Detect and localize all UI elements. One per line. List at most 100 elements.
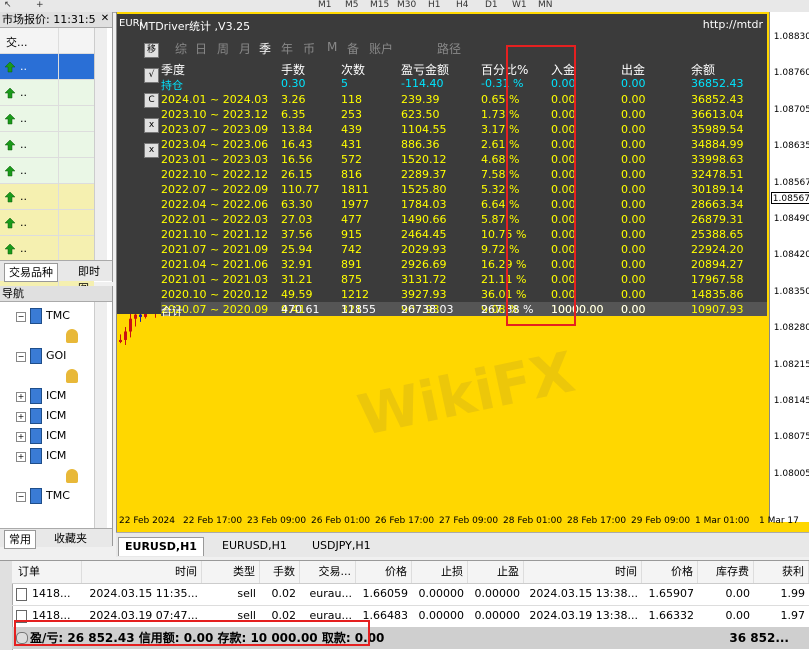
- expand-toggle[interactable]: +: [16, 392, 26, 402]
- tf-m15-button[interactable]: M15: [370, 0, 389, 10]
- tab-common[interactable]: 常用: [4, 530, 36, 549]
- tf-w1-button[interactable]: W1: [512, 0, 527, 10]
- tab-chart-eurusd[interactable]: EURUSD,H1: [216, 537, 293, 555]
- market-row[interactable]: ..: [0, 80, 94, 106]
- market-row[interactable]: ..: [0, 184, 94, 210]
- navigator-user[interactable]: [66, 366, 78, 386]
- account-icon: [30, 348, 42, 364]
- navigator-account[interactable]: TMC: [30, 486, 70, 506]
- stats-tab[interactable]: 月: [239, 40, 251, 57]
- stats-cell: 13.84: [281, 123, 313, 136]
- navigator-account[interactable]: ICM: [30, 426, 66, 446]
- crosshair-icon[interactable]: +: [36, 0, 44, 10]
- tf-h1-button[interactable]: H1: [428, 0, 441, 10]
- expand-toggle[interactable]: −: [16, 352, 26, 362]
- time-tick-label: 26 Feb 17:00: [375, 516, 435, 526]
- candle-body: [139, 314, 142, 317]
- order-cell: 0.00: [725, 587, 751, 600]
- tf-m5-button[interactable]: M5: [345, 0, 359, 10]
- tf-m1-button[interactable]: M1: [318, 0, 332, 10]
- stats-tab[interactable]: 路径: [437, 40, 461, 57]
- market-row[interactable]: ..: [0, 106, 94, 132]
- navigator-user[interactable]: [66, 326, 78, 346]
- order-cell: 0.00000: [418, 587, 465, 600]
- stats-tab[interactable]: 账户: [369, 40, 393, 57]
- refresh-button[interactable]: C: [144, 93, 159, 108]
- price-tick-label: 1.08635: [773, 141, 809, 152]
- navigator-account[interactable]: ICM: [30, 406, 66, 426]
- market-row[interactable]: ..: [0, 236, 94, 262]
- market-row[interactable]: ..: [0, 132, 94, 158]
- stats-cell: 0.00: [621, 258, 646, 271]
- market-scrollbar[interactable]: [94, 28, 107, 260]
- tf-m30-button[interactable]: M30: [397, 0, 416, 10]
- option-button-1[interactable]: x: [144, 118, 159, 133]
- tab-chart-usdjpy[interactable]: USDJPY,H1: [306, 537, 377, 555]
- move-button[interactable]: 移: [144, 43, 159, 58]
- navigator-panel: 导航 TMC GOI ICM ICM ICM ICM TMC 常用 收藏夹 − − + + + + −: [0, 286, 113, 549]
- stats-cell: 0.00: [621, 213, 646, 226]
- terminal-column-header[interactable]: 止损: [412, 561, 468, 583]
- stats-tab[interactable]: 季: [259, 40, 271, 57]
- market-row[interactable]: ..: [0, 210, 94, 236]
- stats-cell: 431: [341, 138, 362, 151]
- expand-toggle[interactable]: −: [16, 312, 26, 322]
- navigator-scrollbar[interactable]: [94, 302, 107, 528]
- stats-tab[interactable]: 日: [195, 40, 207, 57]
- expand-toggle[interactable]: −: [16, 492, 26, 502]
- terminal-column-header[interactable]: 订单: [12, 561, 82, 583]
- stats-column-header: 余额: [691, 63, 716, 77]
- terminal-column-header[interactable]: 手数: [260, 561, 300, 583]
- terminal-column-header[interactable]: 时间: [82, 561, 202, 583]
- stats-cell: 22924.20: [691, 243, 744, 256]
- stats-tab[interactable]: M: [327, 40, 337, 54]
- time-tick-label: 1 Mar 01:00: [695, 516, 750, 526]
- order-row[interactable]: 1418... 2024.03.15 11:35... sell 0.02 eurau.…: [12, 583, 809, 606]
- account-label: ICM: [46, 409, 67, 422]
- cursor-icon[interactable]: ↖: [4, 0, 12, 10]
- terminal-column-header[interactable]: 交易...: [300, 561, 356, 583]
- terminal-column-header[interactable]: 类型: [202, 561, 260, 583]
- account-label: TMC: [46, 489, 70, 502]
- stats-tab[interactable]: 备: [347, 40, 359, 57]
- check-button[interactable]: √: [144, 68, 159, 83]
- navigator-account[interactable]: ICM: [30, 446, 66, 466]
- price-chart[interactable]: WikiFX EURI MTDriver统计 ,V3.25 http://mtd…: [116, 12, 809, 532]
- expand-toggle[interactable]: +: [16, 412, 26, 422]
- tab-chart-eurusd-active[interactable]: EURUSD,H1: [118, 537, 204, 556]
- expand-toggle[interactable]: +: [16, 432, 26, 442]
- navigator-account[interactable]: GOI: [30, 346, 66, 366]
- stats-cell: -114.40: [401, 77, 444, 90]
- terminal-column-header[interactable]: 时间: [524, 561, 642, 583]
- tab-favorites[interactable]: 收藏夹: [50, 530, 91, 547]
- stats-title: MTDriver统计 ,V3.25: [139, 20, 251, 33]
- stats-tab[interactable]: 币: [303, 40, 315, 57]
- price-tick-label: 1.08760: [773, 68, 809, 79]
- stats-tab[interactable]: 周: [217, 40, 229, 57]
- terminal-column-header[interactable]: 获利: [754, 561, 809, 583]
- tab-tick-chart[interactable]: 即时图: [74, 263, 112, 295]
- stats-url[interactable]: http://mtdr: [703, 18, 763, 31]
- stats-cell: 2024.01 ~ 2024.03: [161, 93, 269, 106]
- terminal-column-header[interactable]: 止盈: [468, 561, 524, 583]
- expand-toggle[interactable]: +: [16, 452, 26, 462]
- account-label: ICM: [46, 429, 67, 442]
- tab-symbols[interactable]: 交易品种: [4, 263, 58, 282]
- tf-d1-button[interactable]: D1: [485, 0, 498, 10]
- terminal-column-header[interactable]: 库存费: [698, 561, 754, 583]
- navigator-user[interactable]: [66, 466, 78, 486]
- navigator-account[interactable]: ICM: [30, 386, 66, 406]
- stats-tab[interactable]: 年: [281, 40, 293, 57]
- stats-cell: 0.00: [621, 153, 646, 166]
- market-row[interactable]: ..: [0, 54, 94, 80]
- tf-h4-button[interactable]: H4: [456, 0, 469, 10]
- tf-mn-button[interactable]: MN: [538, 0, 553, 10]
- close-icon[interactable]: ✕: [100, 14, 110, 24]
- terminal-column-header[interactable]: 价格: [356, 561, 412, 583]
- stats-tab[interactable]: 综: [175, 40, 187, 57]
- navigator-account[interactable]: TMC: [30, 306, 70, 326]
- terminal-column-header[interactable]: 价格: [642, 561, 698, 583]
- market-row[interactable]: ..: [0, 158, 94, 184]
- option-button-2[interactable]: x: [144, 143, 159, 158]
- market-symbol-header[interactable]: 交...: [6, 34, 28, 50]
